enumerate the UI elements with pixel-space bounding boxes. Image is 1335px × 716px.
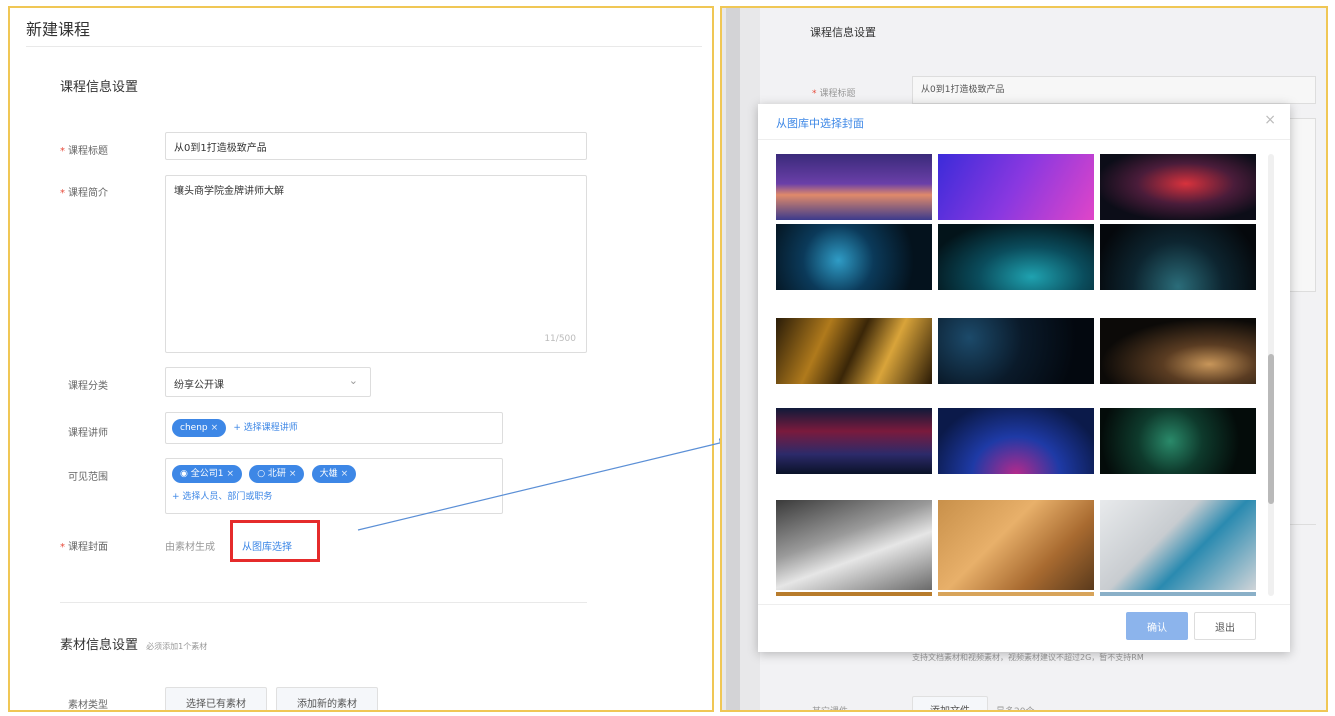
gallery-image[interactable]: [776, 500, 932, 590]
gallery-image[interactable]: [776, 154, 932, 220]
bg-section-title: 课程信息设置: [810, 26, 876, 39]
gallery-image[interactable]: [1100, 318, 1256, 384]
gallery-image[interactable]: [938, 408, 1094, 474]
bg-material-hint: 支持文档素材和视频素材，视频素材建议不超过2G，暂不支持RM: [912, 653, 1144, 662]
gallery-image[interactable]: [938, 224, 1094, 290]
modal-footer-divider: [758, 604, 1290, 605]
gallery-image[interactable]: [776, 318, 932, 384]
bg-add-file-button[interactable]: 添加文件: [912, 696, 988, 710]
cancel-button[interactable]: 退出: [1194, 612, 1256, 640]
gallery-image[interactable]: [1100, 154, 1256, 220]
modal-title: 从图库中选择封面: [776, 117, 864, 130]
bg-other-label: 其它课件: [812, 707, 849, 712]
modal-header: 从图库中选择封面 ×: [758, 104, 1290, 140]
image-grid: [776, 154, 1260, 596]
sidebar-strip: [726, 8, 740, 710]
bg-other-hint: 最多20个: [996, 707, 1035, 712]
gallery-image[interactable]: [776, 408, 932, 474]
gallery-image[interactable]: [938, 154, 1094, 220]
right-screenshot-panel: 课程信息设置 * 课程标题 从0到1打造极致产品 支持文档素材和视频素材，视频素材…: [720, 6, 1328, 712]
gallery-image[interactable]: [1100, 500, 1256, 590]
gallery-image[interactable]: [1100, 408, 1256, 474]
gallery-image[interactable]: [938, 592, 1094, 596]
gallery-image[interactable]: [776, 592, 932, 596]
close-icon[interactable]: ×: [1264, 112, 1276, 128]
cover-gallery-modal: 从图库中选择封面 × 确认 退出: [758, 104, 1290, 652]
bg-title-label: * 课程标题: [812, 89, 856, 99]
gallery-image[interactable]: [1100, 592, 1256, 596]
scrollbar-thumb[interactable]: [1268, 354, 1274, 504]
bg-title-input[interactable]: 从0到1打造极致产品: [912, 76, 1316, 104]
confirm-button[interactable]: 确认: [1126, 612, 1188, 640]
gallery-image[interactable]: [938, 500, 1094, 590]
gallery-image[interactable]: [776, 224, 932, 290]
gallery-image[interactable]: [938, 318, 1094, 384]
gallery-image[interactable]: [1100, 224, 1256, 290]
grid-scrollbar[interactable]: [1268, 154, 1274, 596]
